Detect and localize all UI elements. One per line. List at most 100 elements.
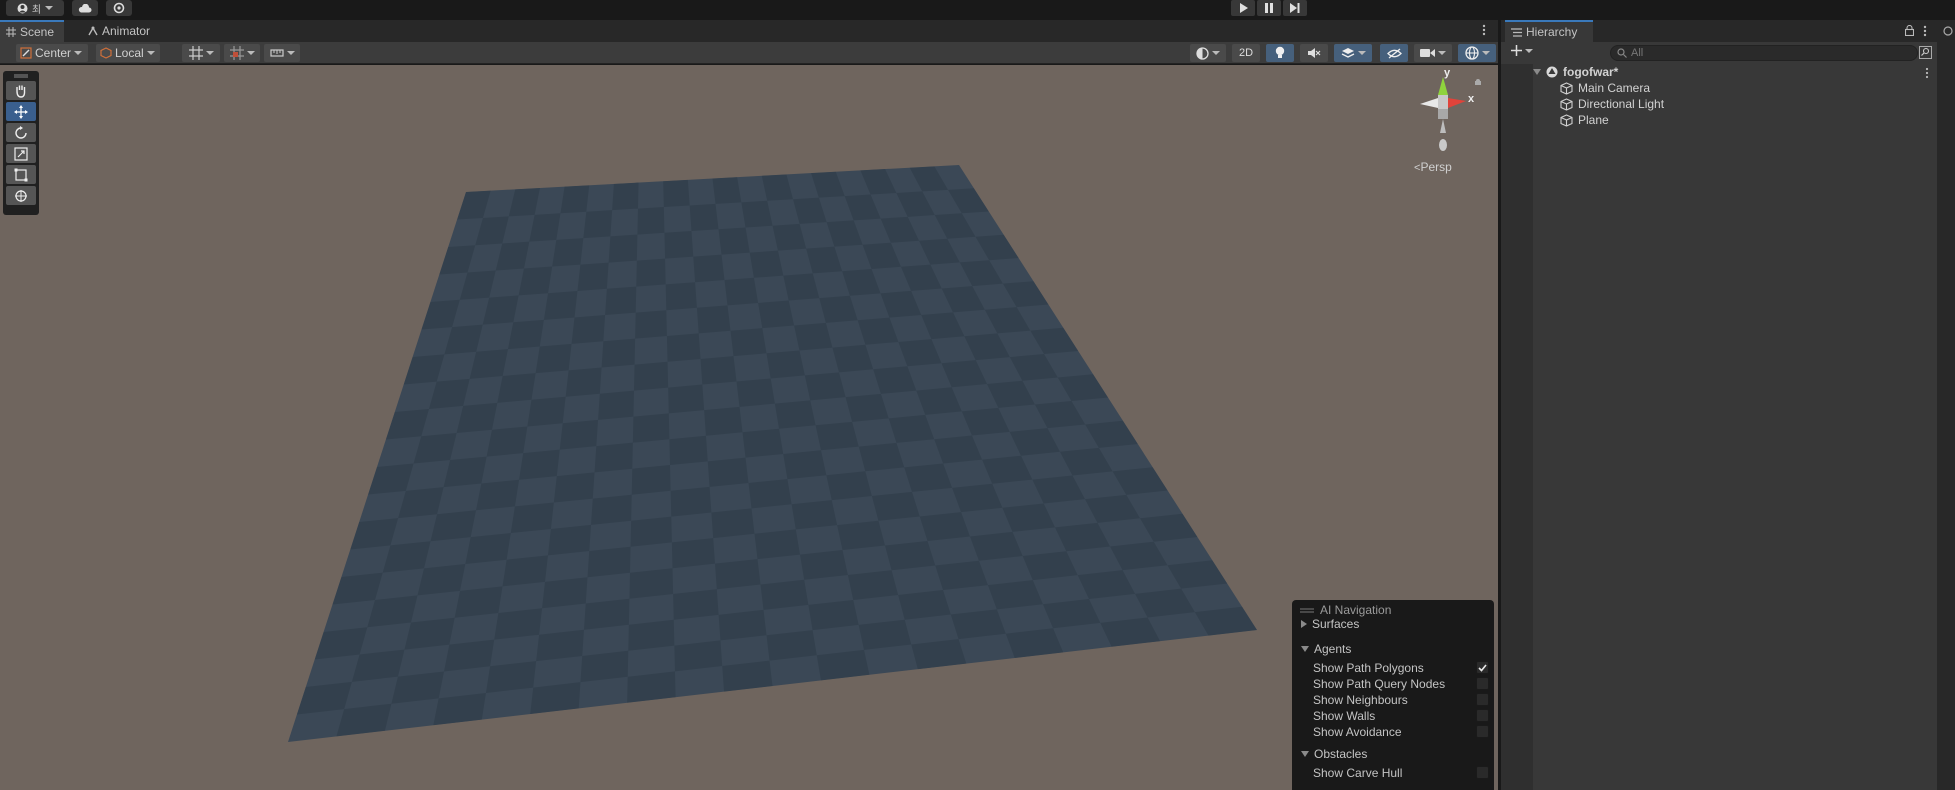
account-label: 최 xyxy=(31,4,42,16)
plane-checker-tile xyxy=(633,361,669,391)
checkbox-show-walls[interactable] xyxy=(1476,709,1489,722)
hierarchy-search-input[interactable]: All xyxy=(1610,45,1918,61)
ai-navigation-title: AI Navigation xyxy=(1320,603,1392,617)
transform-tool-button[interactable] xyxy=(6,186,36,205)
collapse-arrow-icon xyxy=(1301,751,1309,757)
scale-tool-button[interactable] xyxy=(6,144,36,163)
plane-checker-tile xyxy=(758,300,795,329)
effects-toggle[interactable] xyxy=(1334,44,1372,62)
ai-navigation-header[interactable]: AI Navigation xyxy=(1300,603,1391,617)
option-show-avoidance: Show Avoidance xyxy=(1313,725,1402,739)
step-icon xyxy=(1290,3,1300,13)
lighting-toggle[interactable] xyxy=(1266,44,1294,62)
plane-checker-tile xyxy=(601,338,636,368)
drag-handle-icon xyxy=(1300,608,1314,612)
plane-checker-tile xyxy=(736,378,775,407)
plane-checker-tile xyxy=(494,608,543,640)
plane-checker-tile xyxy=(730,328,767,357)
audio-toggle[interactable] xyxy=(1300,44,1328,62)
ruler-button[interactable] xyxy=(264,44,300,62)
plane-checker-tile xyxy=(536,629,584,662)
increment-snapping-button[interactable] xyxy=(224,44,260,62)
shading-mode-button[interactable] xyxy=(1190,44,1226,62)
more-vertical-icon xyxy=(1925,67,1929,79)
orientation-gizmo[interactable]: y x xyxy=(1410,67,1490,153)
rect-tool-button[interactable] xyxy=(6,165,36,184)
account-button[interactable]: 최 xyxy=(6,0,64,16)
tab-scene[interactable]: Scene xyxy=(0,20,64,42)
services-button[interactable] xyxy=(106,0,132,16)
grid-snapping-button[interactable] xyxy=(182,44,220,62)
checkbox-show-avoidance[interactable] xyxy=(1476,725,1489,738)
hand-tool-button[interactable] xyxy=(6,81,36,100)
scene-visibility-toggle[interactable] xyxy=(1380,44,1408,62)
scene-item-menu-button[interactable] xyxy=(1925,67,1929,79)
hierarchy-item[interactable]: Main Camera xyxy=(1560,81,1650,95)
plane-checker-tile xyxy=(627,671,676,703)
hierarchy-menu-button[interactable] xyxy=(1923,25,1927,37)
rotate-icon xyxy=(15,125,27,139)
scene-search-button[interactable] xyxy=(1919,46,1932,59)
drag-handle-icon xyxy=(14,74,28,78)
pivot-mode-dropdown[interactable]: Center xyxy=(16,44,88,62)
lock-button[interactable] xyxy=(1905,25,1914,36)
plane-checker-tile xyxy=(629,568,674,599)
toggle-2d-button[interactable]: 2D xyxy=(1232,44,1260,62)
hand-icon xyxy=(16,85,26,98)
pause-button[interactable] xyxy=(1257,0,1281,16)
move-tool-button[interactable] xyxy=(6,102,36,121)
scene-root-item[interactable]: fogofwar* xyxy=(1533,65,1618,79)
plane-checker-tile xyxy=(430,510,476,542)
checkbox-show-path-query-nodes[interactable] xyxy=(1476,677,1489,690)
gizmo-globe-icon xyxy=(1464,46,1479,60)
plane-checker-tile xyxy=(559,419,599,450)
scene-canvas[interactable] xyxy=(0,65,1498,790)
section-surfaces[interactable]: Surfaces xyxy=(1301,617,1359,631)
checkbox-show-neighbours[interactable] xyxy=(1476,693,1489,706)
camera-icon xyxy=(1420,49,1435,57)
rotate-tool-button[interactable] xyxy=(6,123,36,142)
plane-checker-tile xyxy=(711,508,755,539)
option-show-carve-hull: Show Carve Hull xyxy=(1313,766,1403,780)
camera-settings-button[interactable] xyxy=(1414,44,1452,62)
search-placeholder: All xyxy=(1631,47,1644,59)
hierarchy-item[interactable]: Directional Light xyxy=(1560,97,1664,111)
section-agents[interactable]: Agents xyxy=(1301,642,1351,656)
plane-checker-tile xyxy=(553,472,595,503)
panel-menu-button[interactable] xyxy=(1482,24,1490,38)
plane-checker-tile xyxy=(693,254,725,283)
plane-checker-tile xyxy=(845,393,889,422)
cloud-button[interactable] xyxy=(72,0,98,16)
step-button[interactable] xyxy=(1283,0,1307,16)
chevron-down-icon xyxy=(146,51,155,55)
checkbox-show-carve-hull[interactable] xyxy=(1476,766,1489,779)
lock-icon xyxy=(1905,25,1914,36)
plane-checker-tile xyxy=(760,579,809,610)
plane-checker-tile xyxy=(631,465,671,495)
play-button[interactable] xyxy=(1231,0,1255,16)
plane-checker-tile xyxy=(591,494,632,525)
grid-icon xyxy=(6,27,16,37)
plane-checker-tile xyxy=(605,286,637,316)
tab-hierarchy[interactable]: Hierarchy xyxy=(1505,20,1593,42)
projection-toggle[interactable]: <Persp xyxy=(1414,160,1452,174)
plane-checker-tile xyxy=(674,640,723,672)
checkbox-show-path-polygons[interactable] xyxy=(1476,661,1489,674)
hierarchy-gutter xyxy=(1501,64,1533,790)
overlay-drag-handle[interactable] xyxy=(5,73,37,79)
plane-checker-tile xyxy=(560,185,590,214)
plane-checker-tile xyxy=(808,599,859,631)
hierarchy-item[interactable]: Plane xyxy=(1560,113,1609,127)
main-toolbar: 최 xyxy=(0,0,1955,20)
transform-tools-overlay xyxy=(3,71,39,215)
scene-viewport[interactable]: y x <Persp AI Navigation Surfaces Agents… xyxy=(0,65,1498,790)
section-obstacles[interactable]: Obstacles xyxy=(1301,747,1367,761)
tab-animator[interactable]: Animator xyxy=(82,20,162,42)
plane-checker-tile xyxy=(547,524,592,556)
pivot-rotation-dropdown[interactable]: Local xyxy=(96,44,160,62)
gizmos-button[interactable] xyxy=(1458,44,1496,62)
plane-checker-tile xyxy=(700,356,737,385)
plane-checker-tile xyxy=(571,315,606,344)
create-button[interactable] xyxy=(1511,45,1533,56)
plane-checker-tile xyxy=(715,559,761,590)
